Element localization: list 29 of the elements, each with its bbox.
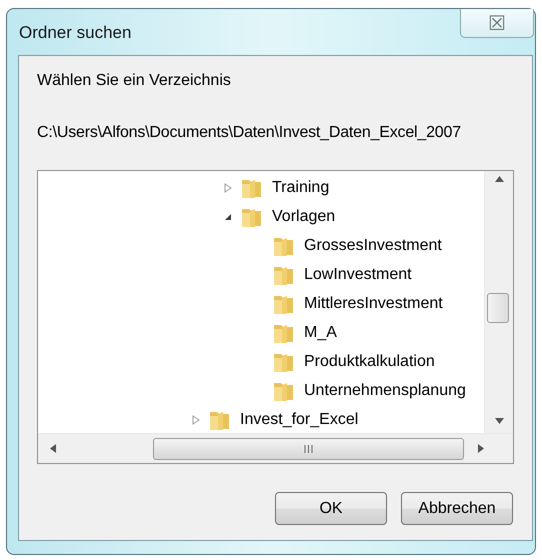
folder-name: Produktkalkulation <box>304 352 435 370</box>
close-button[interactable]: ☒ <box>460 9 534 38</box>
scrollbar-thumb[interactable] <box>153 438 464 460</box>
scrollbar-thumb[interactable] <box>487 293 509 323</box>
folder-item[interactable]: MittleresInvestment <box>38 289 484 318</box>
folder-name: MittleresInvestment <box>304 294 443 312</box>
collapsed-triangle-icon[interactable] <box>191 414 201 424</box>
folder-name: M_A <box>304 324 337 342</box>
folder-name: Vorlagen <box>272 208 336 226</box>
dialog-button[interactable]: Abbrechen <box>401 492 513 525</box>
folder-name: GrossesInvestment <box>304 236 442 254</box>
folder-item[interactable]: Invest_for_Excel <box>38 405 484 433</box>
folder-name: Unternehmensplanung <box>304 382 466 400</box>
folder-name: Training <box>272 178 330 196</box>
expanded-triangle-icon[interactable] <box>223 212 233 222</box>
collapsed-triangle-icon[interactable] <box>223 182 233 192</box>
folder-item[interactable]: LowInvestment <box>38 260 484 289</box>
dialog-button[interactable]: OK <box>275 492 387 525</box>
folder-item[interactable]: Training <box>38 173 484 202</box>
window-title: Ordner suchen <box>19 23 132 43</box>
folder-item[interactable]: Vorlagen <box>38 202 484 231</box>
folder-item[interactable]: GrossesInvestment <box>38 231 484 260</box>
prompt-text: Wählen Sie ein Verzeichnis <box>37 72 232 90</box>
folder-name: Invest_for_Excel <box>240 410 358 428</box>
folder-name: LowInvestment <box>304 266 412 284</box>
folder-path: C:\Users\Alfons\Documents\Daten\Invest_Daten_Excel_2007 <box>37 124 462 142</box>
folder-item[interactable]: Unternehmensplanung <box>38 376 484 405</box>
folder-item[interactable]: M_A <box>38 318 484 347</box>
folder-item[interactable]: Produktkalkulation <box>38 347 484 376</box>
